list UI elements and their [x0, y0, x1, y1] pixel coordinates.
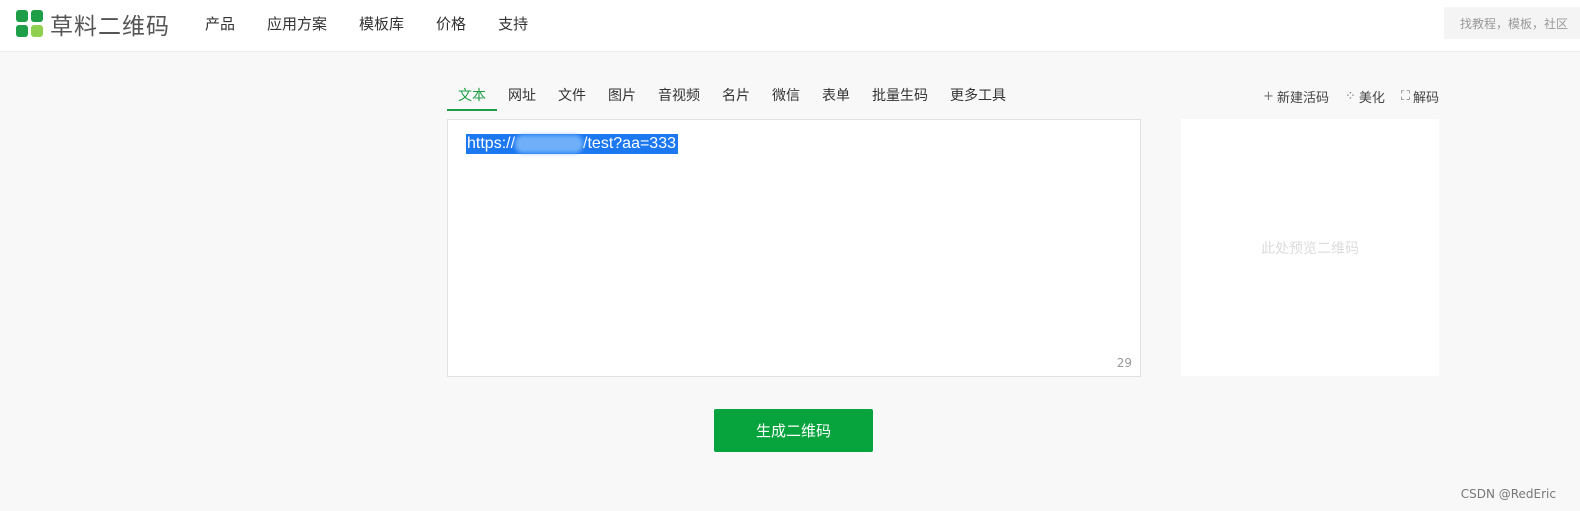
tab-wechat[interactable]: 微信: [761, 86, 811, 111]
toolbar: + 新建活码 ⁘ 美化 ⛶ 解码: [1247, 86, 1439, 106]
tab-form[interactable]: 表单: [811, 86, 861, 111]
text-suffix: /test?aa=333: [583, 135, 676, 152]
redacted-domain: [515, 134, 584, 153]
tab-file[interactable]: 文件: [547, 86, 597, 111]
plus-icon: +: [1263, 88, 1274, 104]
logo-icon: [16, 10, 44, 38]
logo[interactable]: 草料二维码: [16, 9, 170, 40]
qr-preview-panel: 此处预览二维码: [1181, 119, 1439, 376]
nav-item-templates[interactable]: 模板库: [359, 13, 404, 34]
char-counter: 29: [1116, 356, 1132, 370]
tab-audio-video[interactable]: 音视频: [647, 86, 711, 111]
beautify-button[interactable]: ⁘ 美化: [1345, 87, 1385, 106]
top-bar: 草料二维码 产品 应用方案 模板库 价格 支持 找教程，模板，社区: [0, 0, 1580, 52]
decode-button[interactable]: ⛶ 解码: [1401, 87, 1439, 106]
scan-icon: ⛶: [1400, 88, 1410, 104]
new-live-code-button[interactable]: + 新建活码: [1263, 87, 1329, 106]
beautify-label: 美化: [1358, 90, 1385, 106]
new-live-code-label: 新建活码: [1276, 90, 1329, 106]
main-nav: 产品 应用方案 模板库 价格 支持: [205, 0, 560, 46]
tab-more-tools[interactable]: 更多工具: [939, 86, 1017, 111]
sparkle-icon: ⁘: [1344, 88, 1356, 104]
logo-text: 草料二维码: [50, 14, 170, 40]
nav-item-pricing[interactable]: 价格: [436, 13, 466, 34]
nav-item-solutions[interactable]: 应用方案: [267, 13, 327, 34]
tab-url[interactable]: 网址: [497, 86, 547, 111]
text-editor[interactable]: https:// /test?aa=333 29: [447, 119, 1141, 377]
tab-text[interactable]: 文本: [447, 86, 497, 111]
tab-batch-generate[interactable]: 批量生码: [861, 86, 939, 111]
selected-text[interactable]: https:// /test?aa=333: [466, 134, 678, 154]
content-type-tabs: 文本 网址 文件 图片 音视频 名片 微信 表单 批量生码 更多工具: [447, 86, 1017, 111]
preview-placeholder: 此处预览二维码: [1261, 240, 1359, 257]
tab-image[interactable]: 图片: [597, 86, 647, 111]
text-prefix: https://: [467, 135, 516, 152]
nav-item-products[interactable]: 产品: [205, 13, 235, 34]
tab-business-card[interactable]: 名片: [711, 86, 761, 111]
watermark: CSDN @RedEric: [1460, 487, 1556, 501]
decode-label: 解码: [1412, 90, 1439, 106]
nav-item-support[interactable]: 支持: [498, 13, 528, 34]
generate-qr-button[interactable]: 生成二维码: [714, 409, 873, 452]
search-input[interactable]: 找教程，模板，社区: [1444, 7, 1580, 39]
